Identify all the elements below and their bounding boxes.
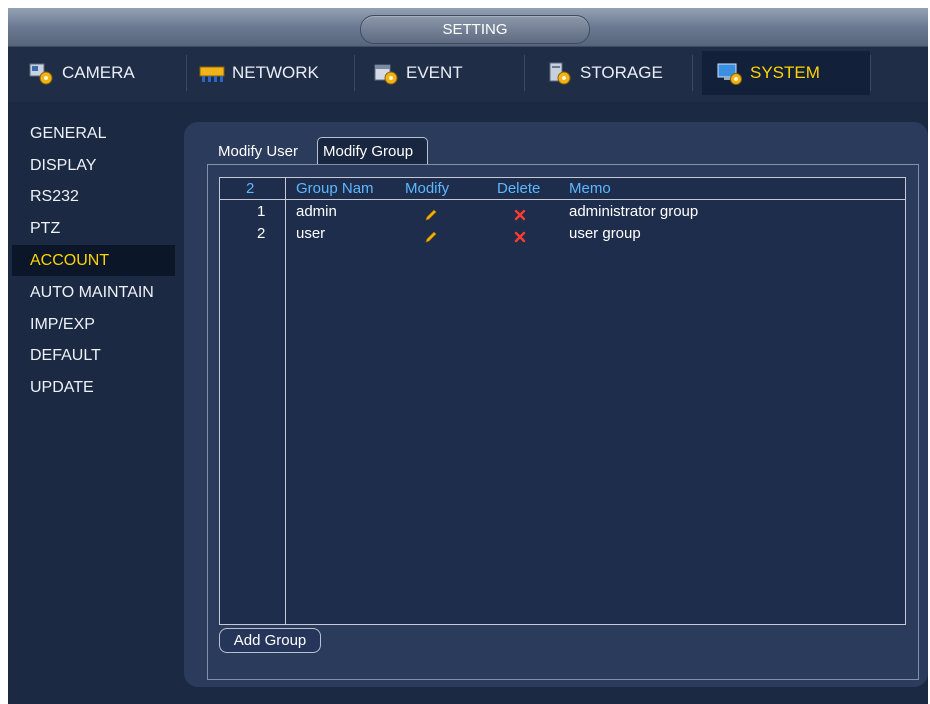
table-header: 2 Group Nam Modify Delete Memo [220, 178, 905, 200]
group-memo: user group [569, 225, 641, 242]
add-group-button[interactable]: Add Group [219, 628, 321, 653]
delete-icon[interactable] [514, 231, 526, 243]
settings-window: SETTING CAMERA NETWORK EVENT STORAGE SYS… [8, 8, 928, 704]
camera-gear-icon [28, 61, 56, 85]
tab-system[interactable]: SYSTEM [702, 51, 870, 95]
tab-modify-group[interactable]: Modify Group [317, 137, 428, 165]
header-modify: Modify [405, 180, 450, 197]
tab-event-label: EVENT [406, 63, 463, 82]
sidebar-item-ptz[interactable]: PTZ [12, 213, 175, 244]
window-title: SETTING [360, 15, 590, 44]
sidebar-item-rs232[interactable]: RS232 [12, 181, 175, 212]
header-delete: Delete [497, 180, 541, 197]
tab-camera[interactable]: CAMERA [28, 51, 135, 95]
tab-system-label: SYSTEM [750, 63, 820, 82]
tab-modify-user[interactable]: Modify User [213, 138, 303, 166]
sidebar-item-account[interactable]: ACCOUNT [12, 245, 175, 276]
system-icon [716, 61, 744, 85]
tab-event[interactable]: EVENT [372, 51, 463, 95]
title-bar: SETTING [8, 8, 928, 47]
group-memo: administrator group [569, 203, 699, 220]
row-index: 1 [257, 203, 266, 220]
tab-network[interactable]: NETWORK [198, 51, 319, 95]
sidebar-item-auto-maintain[interactable]: AUTO MAINTAIN [12, 277, 175, 308]
tab-storage[interactable]: STORAGE [546, 51, 663, 95]
sidebar-item-default[interactable]: DEFAULT [12, 340, 175, 371]
row-index: 2 [257, 225, 266, 242]
header-group-name: Group Nam [296, 180, 374, 197]
tab-camera-label: CAMERA [62, 63, 135, 82]
sidebar-item-update[interactable]: UPDATE [12, 372, 175, 403]
delete-icon[interactable] [514, 209, 526, 221]
event-icon [372, 61, 400, 85]
pencil-icon[interactable] [424, 230, 438, 244]
storage-icon [546, 61, 574, 85]
group-name: admin [296, 203, 337, 220]
sidebar-item-display[interactable]: DISPLAY [12, 150, 175, 181]
network-icon [198, 61, 226, 85]
header-memo: Memo [569, 180, 611, 197]
group-name: user [296, 225, 326, 242]
column-divider [285, 178, 286, 624]
tab-storage-label: STORAGE [580, 63, 663, 82]
tab-network-label: NETWORK [232, 63, 319, 82]
pencil-icon[interactable] [424, 208, 438, 222]
sidebar-item-imp-exp[interactable]: IMP/EXP [12, 309, 175, 340]
main-tab-bar: CAMERA NETWORK EVENT STORAGE SYSTEM [8, 47, 928, 102]
row-count: 2 [246, 180, 255, 197]
group-table: 2 Group Nam Modify Delete Memo 1 admin a… [219, 177, 906, 625]
sidebar-item-general[interactable]: GENERAL [12, 118, 175, 149]
